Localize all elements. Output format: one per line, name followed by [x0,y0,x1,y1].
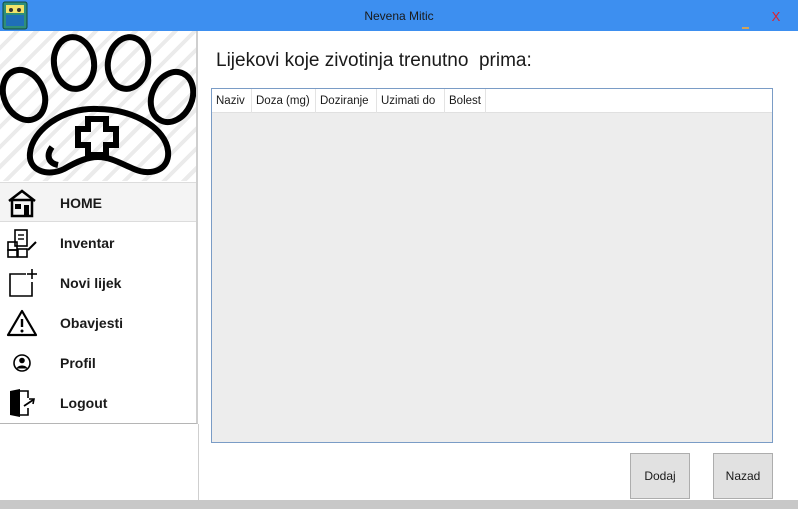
sidebar-item-label: Inventar [60,235,115,251]
back-button[interactable]: Nazad [713,453,773,499]
warning-icon [6,309,38,337]
inventory-icon [7,229,37,258]
minimize-button[interactable] [742,27,749,29]
title-bar: Nevena Mitic X [0,0,798,31]
medications-table[interactable]: Naziv Doza (mg) Doziranje Uzimati do Bol… [211,88,773,443]
sidebar-item-profil[interactable]: Profil [0,342,196,382]
close-button[interactable]: X [766,0,786,31]
column-header-naziv[interactable]: Naziv [212,89,252,113]
window-bottom-edge [0,500,798,509]
sidebar-nav: HOME Inventar Novi lijek Obavjesti Profi… [0,182,196,422]
clinic-logo [0,31,196,181]
sidebar-item-home[interactable]: HOME [0,182,196,222]
column-header-uzimati-do[interactable]: Uzimati do [377,89,445,113]
add-button[interactable]: Dodaj [630,453,690,499]
sidebar-item-label: Novi lijek [60,275,122,291]
sidebar-item-novi-lijek[interactable]: Novi lijek [0,262,196,302]
logout-icon [10,389,35,417]
table-header: Naziv Doza (mg) Doziranje Uzimati do Bol… [212,89,772,113]
sidebar-item-logout[interactable]: Logout [0,382,196,422]
column-header-doza[interactable]: Doza (mg) [252,89,316,113]
column-header-bolest[interactable]: Bolest [445,89,486,113]
sidebar-item-label: Profil [60,355,96,371]
sidebar-item-label: Obavjesti [60,315,124,331]
window-title: Nevena Mitic [364,9,434,23]
sidebar-item-label: Logout [60,395,108,411]
sidebar-item-obavjesti[interactable]: Obavjesti [0,302,196,342]
new-item-icon [9,269,37,297]
profile-icon [13,354,31,372]
content-divider [198,424,199,500]
page-title: Lijekovi koje zivotinja trenutno prima: [216,50,532,71]
home-icon [8,189,36,218]
sidebar: HOME Inventar Novi lijek Obavjesti Profi… [0,31,198,424]
column-header-doziranje[interactable]: Doziranje [316,89,377,113]
sidebar-item-label: HOME [60,195,102,211]
paw-cross-logo-icon [0,34,196,176]
sidebar-item-inventar[interactable]: Inventar [0,222,196,262]
